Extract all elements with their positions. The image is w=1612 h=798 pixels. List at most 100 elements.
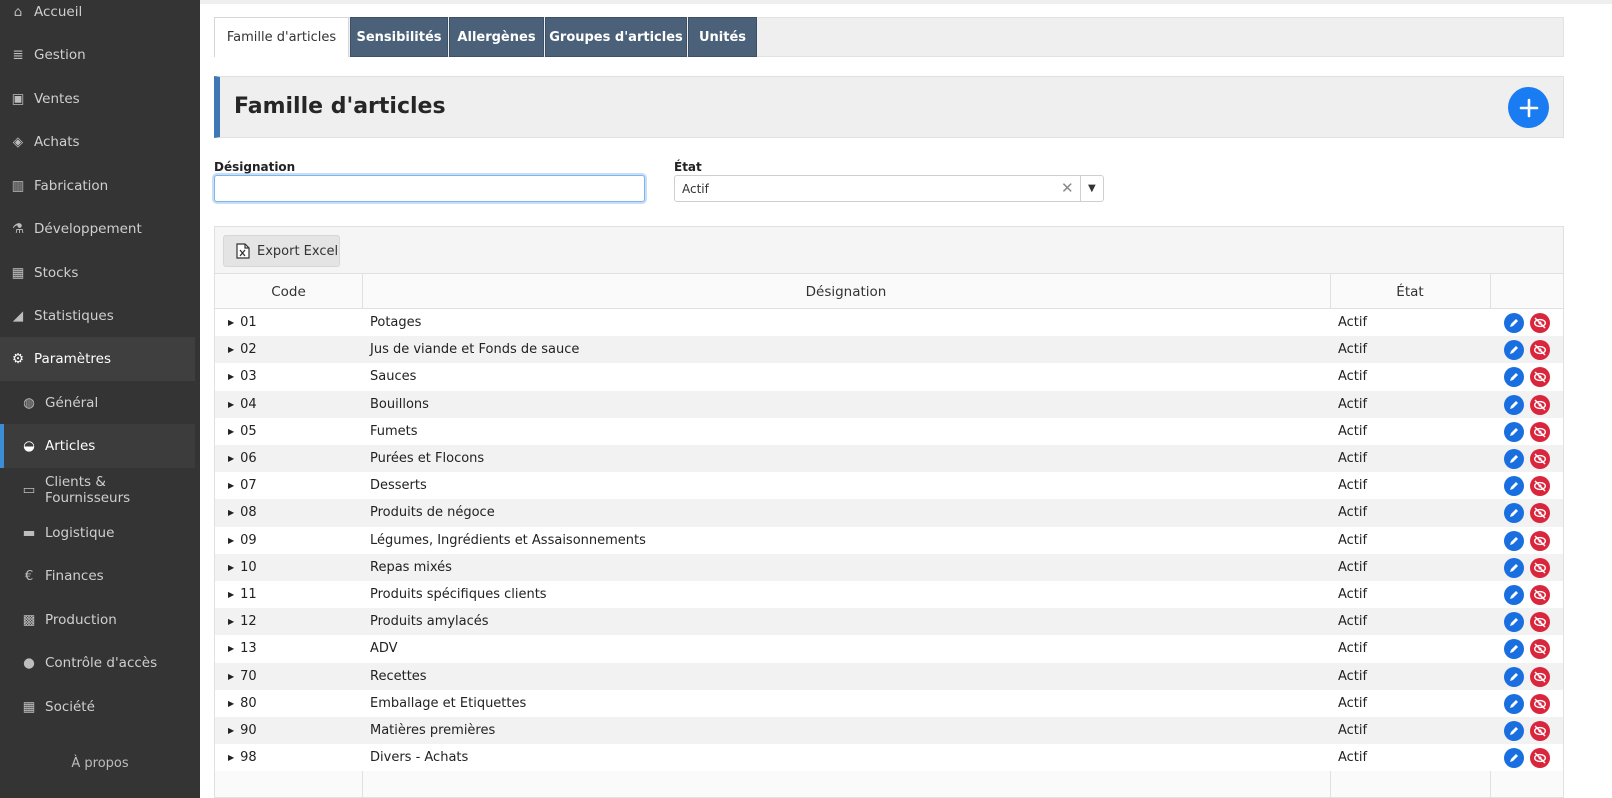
table-row[interactable]: ▶ 90 Matières premières Actif	[215, 717, 1563, 745]
table-row[interactable]: ▶ 09 Légumes, Ingrédients et Assaisonnemen…	[215, 526, 1563, 554]
sidebar-item-stocks[interactable]: ▦ Stocks	[0, 251, 195, 295]
expand-caret-icon[interactable]: ▶	[228, 318, 234, 327]
deactivate-button[interactable]	[1530, 421, 1550, 442]
tab-sensibilites[interactable]: Sensibilités	[350, 17, 448, 57]
edit-button[interactable]	[1504, 612, 1524, 633]
sidebar-item-statistiques[interactable]: ◢ Statistiques	[0, 294, 195, 338]
table-row[interactable]: ▶ 13 ADV Actif	[215, 635, 1563, 663]
sidebar-item-achats[interactable]: ◈ Achats	[0, 120, 195, 164]
edit-button[interactable]	[1504, 476, 1524, 497]
deactivate-button[interactable]	[1530, 476, 1550, 497]
deactivate-button[interactable]	[1530, 585, 1550, 605]
sidebar-item-parametres[interactable]: ⚙ Paramètres	[0, 337, 195, 381]
table-row[interactable]: ▶ 10 Repas mixés Actif	[215, 553, 1563, 581]
sidebar-item-gestion[interactable]: ≣ Gestion	[0, 33, 195, 77]
sidebar-item-finances[interactable]: € Finances	[0, 554, 195, 598]
sidebar-item-accueil[interactable]: ⌂ Accueil	[0, 0, 195, 34]
deactivate-button[interactable]	[1530, 612, 1550, 633]
expand-caret-icon[interactable]: ▶	[228, 699, 234, 708]
deactivate-button[interactable]	[1530, 313, 1550, 333]
sidebar-item-societe[interactable]: ▦ Société	[0, 685, 195, 729]
deactivate-button[interactable]	[1530, 666, 1550, 687]
deactivate-button[interactable]	[1530, 557, 1550, 578]
tab-unites[interactable]: Unités	[688, 17, 757, 57]
table-row[interactable]: ▶ 70 Recettes Actif	[215, 662, 1563, 690]
edit-button[interactable]	[1504, 748, 1524, 769]
add-button[interactable]	[1508, 87, 1549, 128]
expand-caret-icon[interactable]: ▶	[228, 644, 234, 653]
expand-caret-icon[interactable]: ▶	[228, 590, 234, 599]
export-excel-button[interactable]: Export Excel	[223, 235, 340, 267]
apropos-link[interactable]: À propos	[0, 756, 200, 771]
deactivate-button[interactable]	[1530, 503, 1550, 524]
column-header-etat[interactable]: État	[1330, 274, 1490, 309]
tab-famille-articles[interactable]: Famille d'articles	[214, 17, 349, 57]
edit-button[interactable]	[1504, 449, 1524, 469]
table-row[interactable]: ▶ 03 Sauces Actif	[215, 363, 1563, 391]
table-row[interactable]: ▶ 05 Fumets Actif	[215, 417, 1563, 445]
column-header-designation[interactable]: Désignation	[362, 274, 1330, 309]
deactivate-button[interactable]	[1530, 639, 1550, 660]
table-row[interactable]: ▶ 80 Emballage et Etiquettes Actif	[215, 689, 1563, 717]
expand-caret-icon[interactable]: ▶	[228, 563, 234, 572]
expand-caret-icon[interactable]: ▶	[228, 454, 234, 463]
expand-caret-icon[interactable]: ▶	[228, 372, 234, 381]
expand-caret-icon[interactable]: ▶	[228, 672, 234, 681]
expand-caret-icon[interactable]: ▶	[228, 508, 234, 517]
deactivate-button[interactable]	[1530, 367, 1550, 388]
table-row[interactable]: ▶ 11 Produits spécifiques clients Actif	[215, 581, 1563, 609]
edit-button[interactable]	[1504, 530, 1524, 551]
table-row[interactable]: ▶ 02 Jus de viande et Fonds de sauce Actif	[215, 336, 1563, 364]
expand-caret-icon[interactable]: ▶	[228, 536, 234, 545]
sidebar-item-ventes[interactable]: ▣ Ventes	[0, 77, 195, 121]
designation-input[interactable]	[214, 175, 645, 202]
expand-caret-icon[interactable]: ▶	[228, 481, 234, 490]
edit-button[interactable]	[1504, 367, 1524, 388]
table-row[interactable]: ▶ 08 Produits de négoce Actif	[215, 499, 1563, 527]
expand-caret-icon[interactable]: ▶	[228, 400, 234, 409]
sidebar-item-clients-fournisseurs[interactable]: ▭ Clients & Fournisseurs	[0, 468, 195, 512]
tab-allergenes[interactable]: Allergènes	[449, 17, 544, 57]
sidebar-item-controle-acces[interactable]: ● Contrôle d'accès	[0, 641, 195, 685]
clear-icon[interactable]: ✕	[1061, 179, 1074, 197]
expand-caret-icon[interactable]: ▶	[228, 726, 234, 735]
deactivate-button[interactable]	[1530, 748, 1550, 769]
sidebar-item-fabrication[interactable]: ▥ Fabrication	[0, 164, 195, 208]
table-row[interactable]: ▶ 07 Desserts Actif	[215, 472, 1563, 500]
expand-caret-icon[interactable]: ▶	[228, 427, 234, 436]
sidebar-item-logistique[interactable]: ▬ Logistique	[0, 511, 195, 555]
expand-caret-icon[interactable]: ▶	[228, 617, 234, 626]
edit-button[interactable]	[1504, 313, 1524, 333]
sidebar-item-developpement[interactable]: ⚗ Développement	[0, 207, 195, 251]
deactivate-button[interactable]	[1530, 693, 1550, 714]
deactivate-button[interactable]	[1530, 394, 1550, 415]
edit-button[interactable]	[1504, 340, 1524, 361]
edit-button[interactable]	[1504, 421, 1524, 442]
edit-button[interactable]	[1504, 639, 1524, 660]
table-row[interactable]: ▶ 12 Produits amylacés Actif	[215, 608, 1563, 636]
sidebar-item-general[interactable]: ◍ Général	[0, 381, 195, 425]
etat-select[interactable]: Actif ✕ ▼	[674, 175, 1104, 202]
deactivate-button[interactable]	[1530, 530, 1550, 551]
tab-groupes-articles[interactable]: Groupes d'articles	[545, 17, 687, 57]
deactivate-button[interactable]	[1530, 449, 1550, 469]
expand-caret-icon[interactable]: ▶	[228, 753, 234, 762]
sidebar-item-production[interactable]: ▩ Production	[0, 598, 195, 642]
table-row[interactable]: ▶ 06 Purées et Flocons Actif	[215, 445, 1563, 473]
table-row[interactable]: ▶ 04 Bouillons Actif	[215, 390, 1563, 418]
dropdown-arrow-icon[interactable]: ▼	[1088, 183, 1096, 194]
edit-button[interactable]	[1504, 666, 1524, 687]
column-header-code[interactable]: Code	[215, 274, 362, 309]
edit-button[interactable]	[1504, 693, 1524, 714]
edit-button[interactable]	[1504, 557, 1524, 578]
edit-button[interactable]	[1504, 585, 1524, 605]
table-row[interactable]: ▶ 98 Divers - Achats Actif	[215, 744, 1563, 772]
deactivate-button[interactable]	[1530, 721, 1550, 741]
deactivate-button[interactable]	[1530, 340, 1550, 361]
expand-caret-icon[interactable]: ▶	[228, 345, 234, 354]
sidebar-item-articles[interactable]: ◒ Articles	[0, 424, 195, 468]
table-row[interactable]: ▶ 01 Potages Actif	[215, 309, 1563, 337]
edit-button[interactable]	[1504, 394, 1524, 415]
edit-button[interactable]	[1504, 721, 1524, 741]
edit-button[interactable]	[1504, 503, 1524, 524]
